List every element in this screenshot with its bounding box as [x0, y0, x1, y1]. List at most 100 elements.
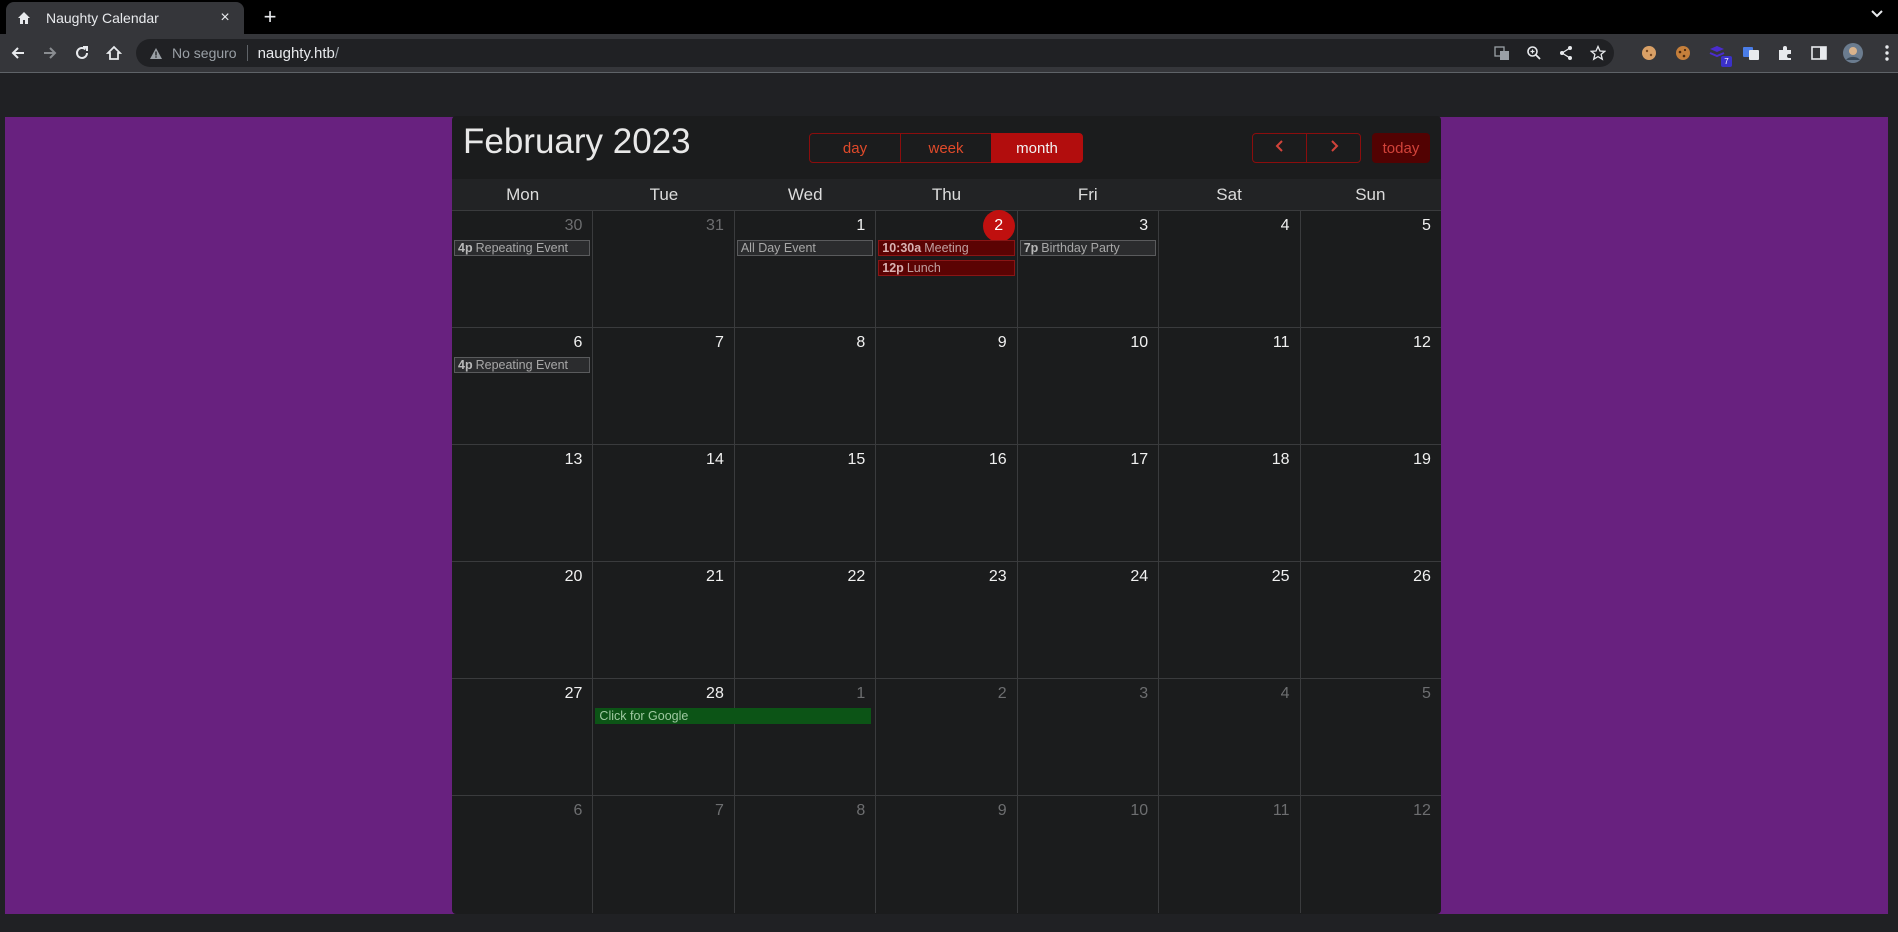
day-number[interactable]: 8 [856, 334, 865, 352]
day-cell[interactable]: 20 [452, 562, 594, 678]
day-cell[interactable]: 15 [735, 445, 877, 561]
day-cell[interactable]: 25 [1159, 562, 1301, 678]
day-number[interactable]: 19 [1413, 451, 1431, 469]
calendar-event[interactable]: 10:30a Meeting [878, 240, 1015, 256]
new-tab-button[interactable]: + [256, 4, 284, 30]
month-view-button[interactable]: month [991, 133, 1083, 163]
day-cell[interactable]: 2 [876, 679, 1018, 795]
day-number[interactable]: 16 [989, 451, 1007, 469]
day-number[interactable]: 17 [1130, 451, 1148, 469]
day-number[interactable]: 11 [1273, 802, 1290, 820]
day-number[interactable]: 4 [1281, 217, 1290, 235]
side-panel-icon[interactable] [1808, 42, 1830, 64]
day-cell[interactable]: 26 [1301, 562, 1441, 678]
day-number[interactable]: 3 [1139, 217, 1148, 235]
today-button[interactable]: today [1372, 133, 1430, 163]
warning-icon[interactable] [148, 45, 164, 61]
security-label[interactable]: No seguro [172, 45, 237, 61]
prev-month-button[interactable] [1252, 133, 1307, 163]
day-cell[interactable]: 31 [593, 211, 735, 327]
reload-icon[interactable] [70, 41, 94, 65]
day-number[interactable]: 30 [565, 217, 583, 235]
day-number[interactable]: 1 [856, 217, 865, 235]
day-cell[interactable]: 28 Click for Google [593, 679, 872, 795]
day-number[interactable]: 11 [1273, 334, 1290, 352]
day-number[interactable]: 12 [1413, 334, 1431, 352]
day-cell[interactable]: 3 7p Birthday Party [1018, 211, 1160, 327]
day-view-button[interactable]: day [809, 133, 901, 163]
day-number[interactable]: 12 [1413, 802, 1431, 820]
day-cell[interactable]: 17 [1018, 445, 1160, 561]
back-icon[interactable] [6, 41, 30, 65]
day-cell[interactable]: 12 [1301, 796, 1441, 913]
day-cell[interactable]: 4 [1159, 211, 1301, 327]
calendar-event[interactable]: All Day Event [736, 240, 874, 256]
day-number[interactable]: 28 [706, 685, 724, 703]
cookie-editor-icon[interactable] [1672, 42, 1694, 64]
day-number[interactable]: 23 [989, 568, 1007, 586]
chrome-menu-icon[interactable] [1876, 42, 1898, 64]
cookie-extension-icon[interactable] [1638, 42, 1660, 64]
day-cell[interactable]: 23 [876, 562, 1018, 678]
day-cell[interactable]: 5 [1301, 211, 1441, 327]
day-cell[interactable]: 10 [1018, 328, 1160, 444]
url-text[interactable]: naughty.htb/ [258, 45, 339, 62]
day-cell[interactable]: 4 [1159, 679, 1301, 795]
day-number[interactable]: 24 [1130, 568, 1148, 586]
day-number[interactable]: 20 [565, 568, 583, 586]
next-month-button[interactable] [1306, 133, 1361, 163]
day-number[interactable]: 10 [1130, 802, 1148, 820]
translate-extension-icon[interactable] [1740, 42, 1762, 64]
day-number[interactable]: 3 [1139, 685, 1148, 703]
day-number[interactable]: 13 [565, 451, 583, 469]
day-number[interactable]: 8 [856, 802, 865, 820]
day-cell[interactable]: 14 [593, 445, 735, 561]
day-cell[interactable]: 30 4p Repeating Event [452, 211, 594, 327]
today-day-number[interactable]: 2 [982, 210, 1015, 242]
day-cell[interactable]: 9 [876, 796, 1018, 913]
day-number[interactable]: 4 [1281, 685, 1290, 703]
day-number[interactable]: 10 [1130, 334, 1148, 352]
day-cell[interactable]: 8 [735, 328, 877, 444]
day-cell[interactable]: 13 [452, 445, 594, 561]
day-cell[interactable]: 24 [1018, 562, 1160, 678]
day-number[interactable]: 31 [706, 217, 724, 235]
tab-search-chevron-icon[interactable] [1870, 6, 1884, 22]
day-cell[interactable]: 22 [735, 562, 877, 678]
day-number[interactable]: 5 [1422, 685, 1431, 703]
day-number[interactable]: 7 [715, 334, 724, 352]
home-button-icon[interactable] [102, 41, 126, 65]
day-cell[interactable]: 6 4p Repeating Event [452, 328, 594, 444]
week-view-button[interactable]: week [900, 133, 992, 163]
day-number[interactable]: 14 [706, 451, 724, 469]
day-cell[interactable]: 10 [1018, 796, 1160, 913]
calendar-event[interactable]: 7p Birthday Party [1019, 240, 1157, 256]
day-cell[interactable]: 27 [452, 679, 594, 795]
day-number[interactable]: 9 [998, 334, 1007, 352]
day-cell[interactable]: 6 [452, 796, 594, 913]
forward-icon[interactable] [38, 41, 62, 65]
day-number[interactable]: 26 [1413, 568, 1431, 586]
day-cell[interactable]: 19 [1301, 445, 1441, 561]
day-cell[interactable]: 3 [1018, 679, 1160, 795]
day-cell[interactable]: 11 [1159, 796, 1301, 913]
address-bar[interactable]: No seguro naughty.htb/ [136, 39, 1614, 67]
day-number[interactable]: 7 [715, 802, 724, 820]
day-cell[interactable]: 11 [1159, 328, 1301, 444]
zoom-icon[interactable] [1524, 43, 1544, 63]
day-cell[interactable]: 1 [735, 679, 877, 795]
calendar-event[interactable]: 4p Repeating Event [454, 240, 591, 256]
day-number[interactable]: 25 [1272, 568, 1290, 586]
day-cell[interactable]: 18 [1159, 445, 1301, 561]
day-number[interactable]: 27 [565, 685, 583, 703]
calendar-event[interactable]: 4p Repeating Event [454, 357, 591, 373]
day-number[interactable]: 18 [1272, 451, 1290, 469]
day-cell[interactable]: 16 [876, 445, 1018, 561]
day-cell[interactable]: 7 [593, 328, 735, 444]
day-cell[interactable]: 5 [1301, 679, 1441, 795]
tab-close-icon[interactable]: × [216, 9, 234, 27]
day-number[interactable]: 9 [998, 802, 1007, 820]
day-number[interactable]: 22 [847, 568, 865, 586]
day-cell[interactable]: 7 [593, 796, 735, 913]
day-cell[interactable]: 2 10:30a Meeting 12p Lunch [876, 210, 1018, 327]
